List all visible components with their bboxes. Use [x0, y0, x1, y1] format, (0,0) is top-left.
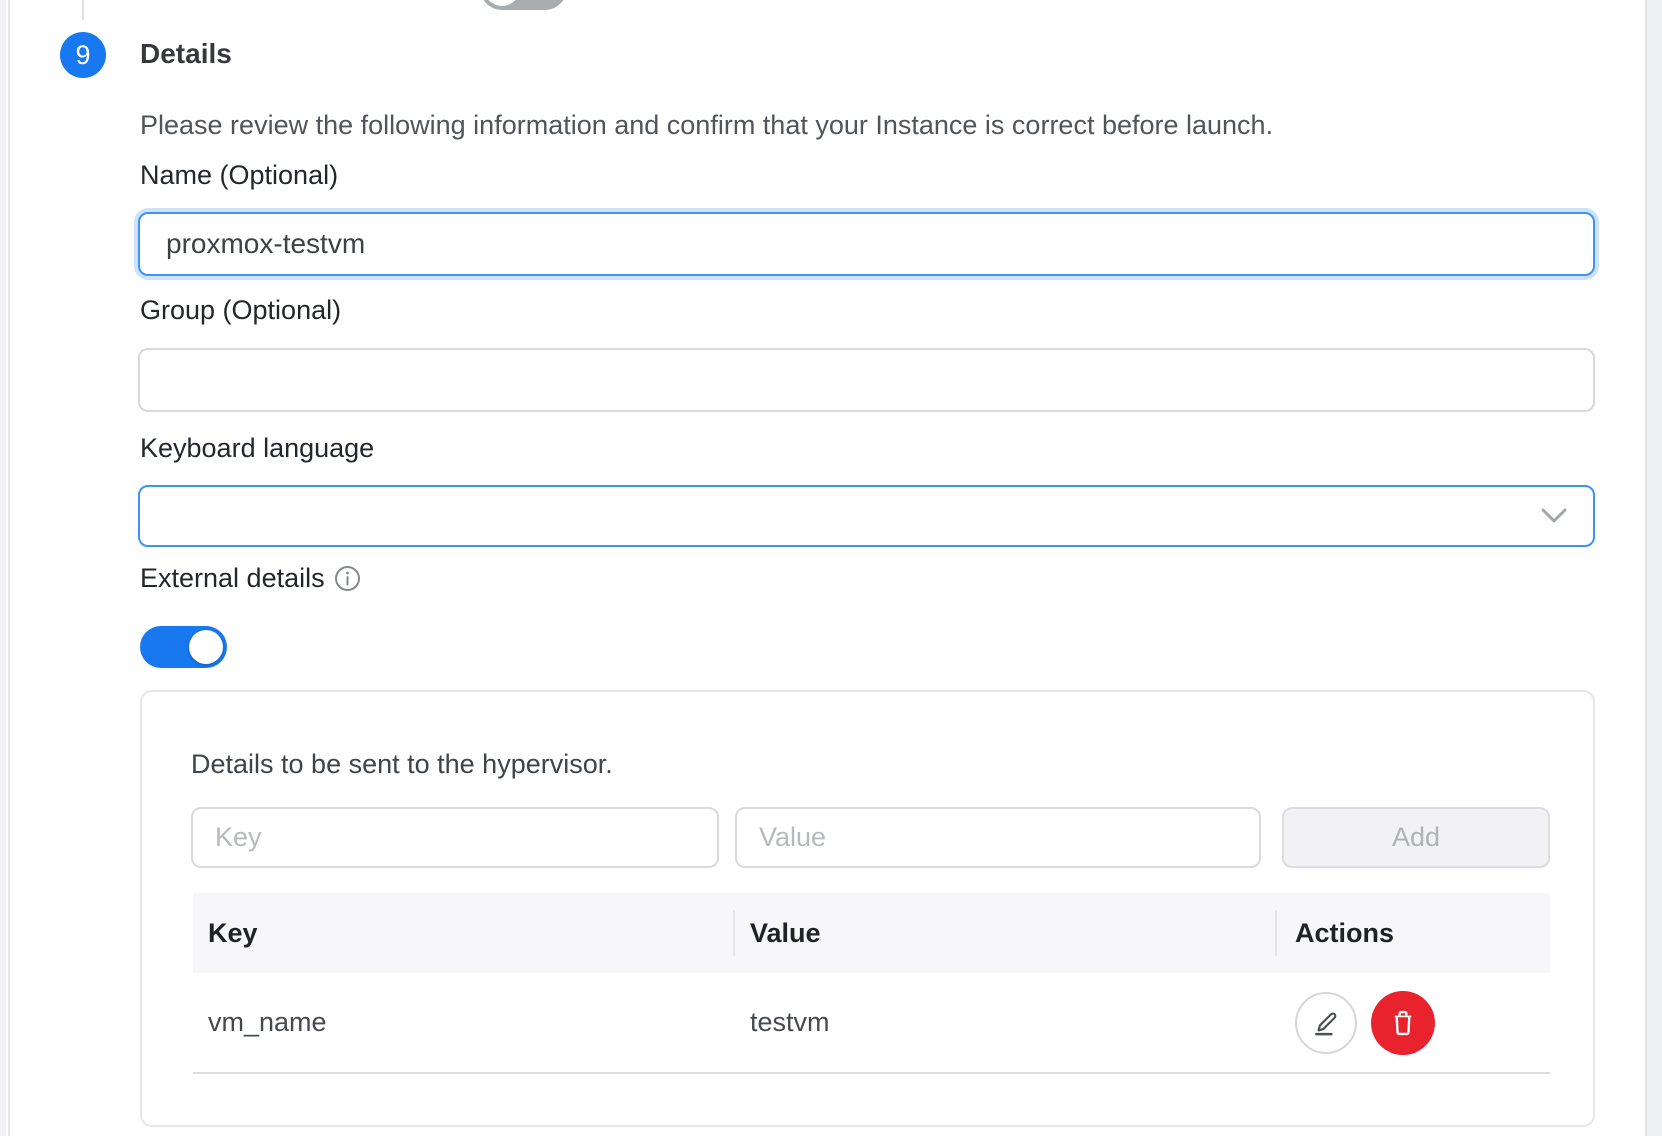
- header-separator: [1275, 910, 1277, 956]
- trash-icon: [1387, 1007, 1419, 1039]
- header-actions: Actions: [1275, 918, 1550, 949]
- group-input[interactable]: [138, 348, 1595, 412]
- external-details-label: External details: [140, 563, 325, 594]
- panel-description: Details to be sent to the hypervisor.: [191, 749, 613, 780]
- pencil-icon: [1309, 1006, 1343, 1040]
- name-label: Name (Optional): [140, 160, 338, 191]
- step-number: 9: [75, 40, 90, 71]
- table-header-row: Key Value Actions: [193, 893, 1550, 973]
- card-left-border: [8, 0, 10, 1136]
- intro-text: Please review the following information …: [140, 110, 1273, 141]
- external-details-row: External details: [140, 563, 361, 594]
- add-button[interactable]: Add: [1282, 807, 1550, 868]
- header-separator: [733, 910, 735, 956]
- header-key: Key: [193, 918, 733, 949]
- table-row: vm_name testvm: [193, 973, 1550, 1074]
- step-title: Details: [140, 38, 232, 70]
- edit-button[interactable]: [1295, 992, 1357, 1054]
- toggle-knob: [189, 630, 223, 664]
- toggle-knob: [484, 0, 520, 6]
- name-input[interactable]: [138, 212, 1595, 276]
- info-icon[interactable]: [334, 565, 361, 592]
- keyboard-language-select[interactable]: [138, 485, 1595, 547]
- page-left-background: [0, 0, 6, 1136]
- step-number-badge: 9: [60, 32, 106, 78]
- delete-button[interactable]: [1371, 991, 1435, 1055]
- row-actions: [1275, 991, 1550, 1055]
- step-connector-line: [82, 0, 84, 20]
- external-details-toggle[interactable]: [140, 626, 227, 668]
- chevron-down-icon: [1539, 506, 1569, 531]
- row-key: vm_name: [193, 1007, 733, 1038]
- previous-step-toggle[interactable]: [480, 0, 567, 10]
- scrollbar-track[interactable]: [1645, 0, 1662, 1136]
- keyboard-language-label: Keyboard language: [140, 433, 374, 464]
- details-table: Key Value Actions vm_name testvm: [193, 893, 1550, 1074]
- hypervisor-details-panel: Details to be sent to the hypervisor. Ad…: [140, 690, 1595, 1127]
- group-label: Group (Optional): [140, 295, 341, 326]
- row-value: testvm: [733, 1007, 1275, 1038]
- key-input[interactable]: [191, 807, 719, 868]
- details-step-page: 9 Details Please review the following in…: [0, 0, 1662, 1136]
- value-input[interactable]: [735, 807, 1261, 868]
- header-value: Value: [733, 918, 1275, 949]
